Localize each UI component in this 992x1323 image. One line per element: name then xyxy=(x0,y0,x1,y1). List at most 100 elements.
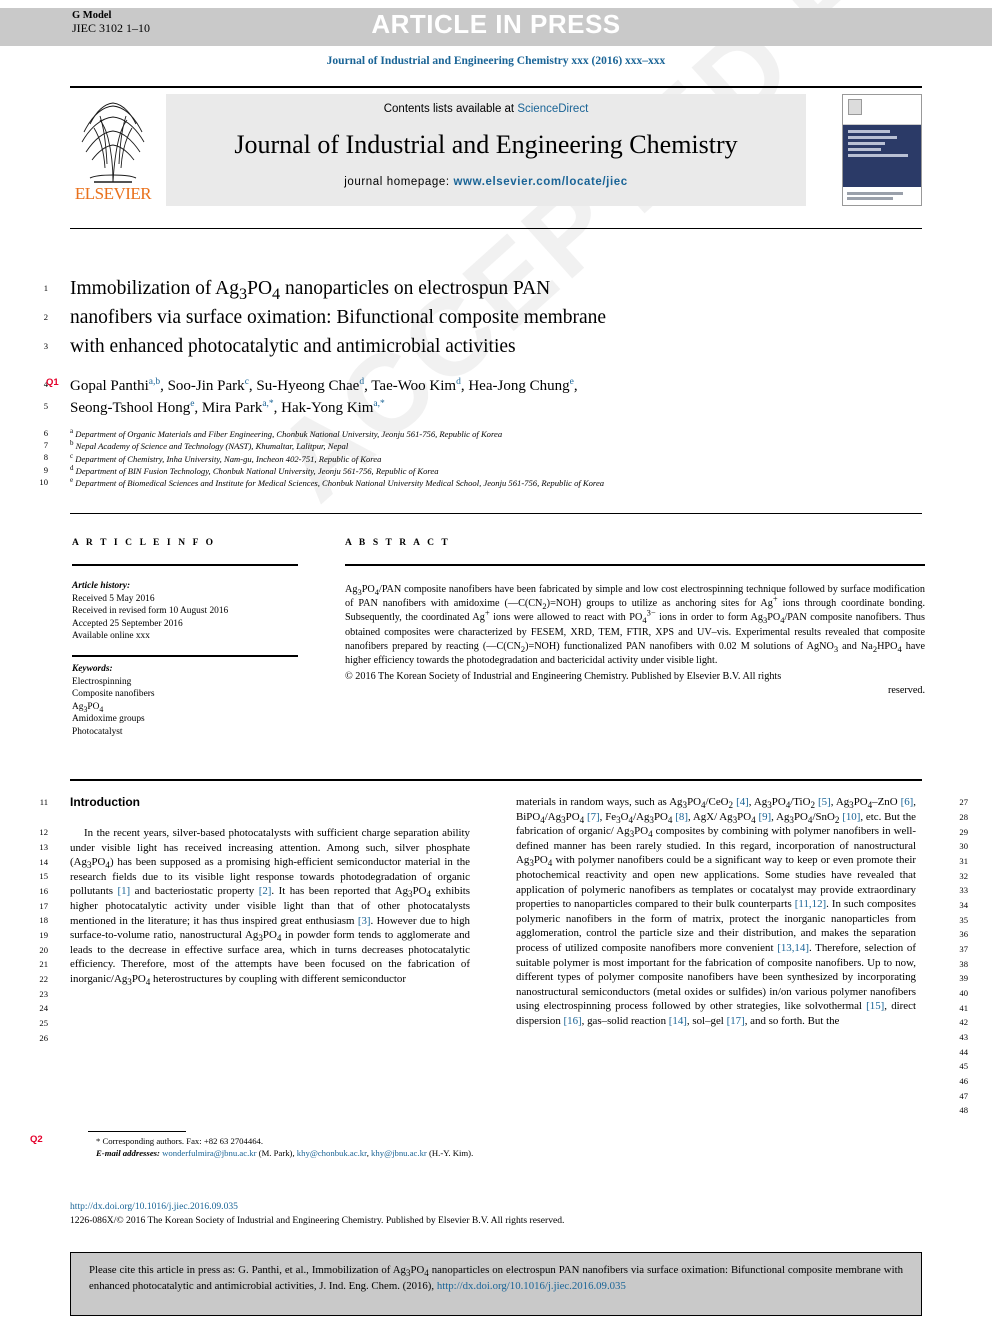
query-tag-q1[interactable]: Q1 xyxy=(46,377,59,388)
line-number: 22 xyxy=(39,974,48,984)
history-item: Available online xxx xyxy=(72,631,150,642)
abstract-text: Ag3PO4/PAN composite nanofibers have bee… xyxy=(345,584,925,667)
line-number: 46 xyxy=(959,1076,968,1086)
line-number: 24 xyxy=(39,1003,48,1013)
line-number: 32 xyxy=(959,871,968,881)
elsevier-tree-icon xyxy=(81,102,145,183)
line-number: 40 xyxy=(959,988,968,998)
line-number: 11 xyxy=(39,797,48,807)
page-title: Immobilization of Ag3PO4 nanoparticles o… xyxy=(70,278,607,357)
email-owner: (M. Park), xyxy=(258,1147,295,1158)
affiliation-text: Department of Organic Materials and Fibe… xyxy=(75,429,503,439)
abstract-copyright: © 2016 The Korean Society of Industrial … xyxy=(345,671,782,683)
line-number: 12 xyxy=(39,827,48,837)
abstract-heading: A B S T R A C T xyxy=(345,538,451,548)
corresponding-author-note: * Corresponding authors. Fax: +82 63 270… xyxy=(96,1136,264,1146)
line-number: 21 xyxy=(39,959,48,969)
article-in-press-text: ARTICLE IN PRESS xyxy=(371,9,621,39)
elsevier-logo: ELSEVIER xyxy=(70,94,156,206)
line-number: 10 xyxy=(39,477,48,487)
footnote-block: * Corresponding authors. Fax: +82 63 270… xyxy=(88,1136,478,1159)
line-number: 3 xyxy=(43,341,48,351)
history-item: Accepted 25 September 2016 xyxy=(72,618,183,629)
line-number: 15 xyxy=(39,871,48,881)
email-owner: (H.-Y. Kim). xyxy=(429,1147,474,1158)
keyword-item: Amidoxime groups xyxy=(72,714,145,725)
line-number: 38 xyxy=(959,959,968,969)
issn-copyright-line: 1226-086X/© 2016 The Korean Society of I… xyxy=(70,1215,565,1226)
masthead-center: Contents lists available at ScienceDirec… xyxy=(166,94,806,206)
body-column-left: In the recent years, silver-based photoc… xyxy=(70,826,470,987)
keyword-item: Composite nanofibers xyxy=(72,689,155,700)
line-number: 2 xyxy=(43,312,48,322)
email-link-khy-jbnu[interactable]: khy@jbnu.ac.kr xyxy=(371,1148,427,1158)
line-number: 33 xyxy=(959,885,968,895)
sciencedirect-link[interactable]: ScienceDirect xyxy=(517,103,588,115)
email-link-mira[interactable]: wonderfulmira@jbnu.ac.kr xyxy=(162,1148,256,1158)
history-item: Received 5 May 2016 xyxy=(72,593,155,604)
homepage-url[interactable]: www.elsevier.com/locate/jiec xyxy=(454,176,628,188)
email-link-khy-chonbuk[interactable]: khy@chonbuk.ac.kr xyxy=(297,1148,367,1158)
line-number: 34 xyxy=(959,900,968,910)
line-number: 23 xyxy=(39,989,48,999)
info-rule-top xyxy=(72,564,298,566)
line-number: 8 xyxy=(43,452,48,462)
contents-prefix: Contents lists available at xyxy=(383,103,518,115)
query-tag-q2[interactable]: Q2 xyxy=(30,1134,43,1145)
body-column-right: materials in random ways, such as Ag3PO4… xyxy=(516,795,916,1029)
cite-doi-link[interactable]: http://dx.doi.org/10.1016/j.jiec.2016.09… xyxy=(437,1280,626,1292)
journal-title: Journal of Industrial and Engineering Ch… xyxy=(234,130,738,159)
line-number: 43 xyxy=(959,1032,968,1042)
line-number: 5 xyxy=(43,401,48,411)
journal-masthead: ELSEVIER Contents lists available at Sci… xyxy=(70,86,922,212)
affiliation-text: Nepal Academy of Science and Technology … xyxy=(75,441,349,452)
affiliation-text: Department of BIN Fusion Technology, Cho… xyxy=(75,465,439,476)
section-heading-introduction: Introduction xyxy=(70,795,140,809)
body-paragraph: In the recent years, silver-based photoc… xyxy=(70,827,470,988)
article-history-label: Article history: xyxy=(72,581,131,591)
abstract-reserved: reserved. xyxy=(887,685,925,697)
email-addresses-line: E-mail addresses: wonderfulmira@jbnu.ac.… xyxy=(88,1148,478,1160)
line-number: 31 xyxy=(959,856,968,866)
line-number: 20 xyxy=(39,945,48,955)
doi-link[interactable]: http://dx.doi.org/10.1016/j.jiec.2016.09… xyxy=(70,1201,238,1212)
line-number: 29 xyxy=(959,827,968,837)
author-list: Gopal Panthia,b, Soo-Jin Parkc, Su-Hyeon… xyxy=(70,377,578,416)
elsevier-wordmark: ELSEVIER xyxy=(74,184,152,203)
keyword-item: Electrospinning xyxy=(72,676,132,687)
line-number: 48 xyxy=(959,1105,968,1115)
abstract-bottom-rule xyxy=(70,779,922,781)
line-number: 7 xyxy=(43,440,48,450)
email-sep: , xyxy=(366,1147,369,1158)
line-number: 14 xyxy=(39,857,48,867)
homepage-label: journal homepage: xyxy=(344,176,454,188)
line-number: 44 xyxy=(959,1047,968,1057)
line-number: 9 xyxy=(43,465,48,475)
line-number: 45 xyxy=(959,1061,968,1071)
line-number: 47 xyxy=(959,1091,968,1101)
running-head: Journal of Industrial and Engineering Ch… xyxy=(326,55,666,67)
line-number: 36 xyxy=(959,929,968,939)
keyword-item: Photocatalyst xyxy=(72,726,123,737)
history-item: Received in revised form 10 August 2016 xyxy=(72,606,229,617)
line-number: 16 xyxy=(39,886,48,896)
line-number: 28 xyxy=(959,812,968,822)
body-paragraph: materials in random ways, such as Ag3PO4… xyxy=(516,796,917,1027)
keywords-label: Keywords: xyxy=(72,664,113,674)
line-number: 17 xyxy=(39,901,48,911)
footnote-rule xyxy=(88,1131,186,1133)
line-number: 25 xyxy=(39,1018,48,1028)
line-number: 6 xyxy=(43,428,48,438)
affiliation-item: c Department of Chemistry, Inha Universi… xyxy=(70,451,382,464)
affiliation-item: d Department of BIN Fusion Technology, C… xyxy=(70,464,439,476)
line-number: 26 xyxy=(39,1033,48,1043)
abstract-rule-top xyxy=(345,564,925,566)
masthead-bottom-rule xyxy=(70,228,922,229)
line-number: 39 xyxy=(959,973,968,983)
info-top-rule xyxy=(70,513,922,514)
line-number: 41 xyxy=(959,1003,968,1013)
line-number: 1 xyxy=(43,283,48,293)
journal-cover-thumbnail xyxy=(842,94,922,206)
line-number: 19 xyxy=(39,930,48,940)
article-page: ACCEPTED PROOF G Model JIEC 3102 1–10 AR… xyxy=(0,0,992,1323)
